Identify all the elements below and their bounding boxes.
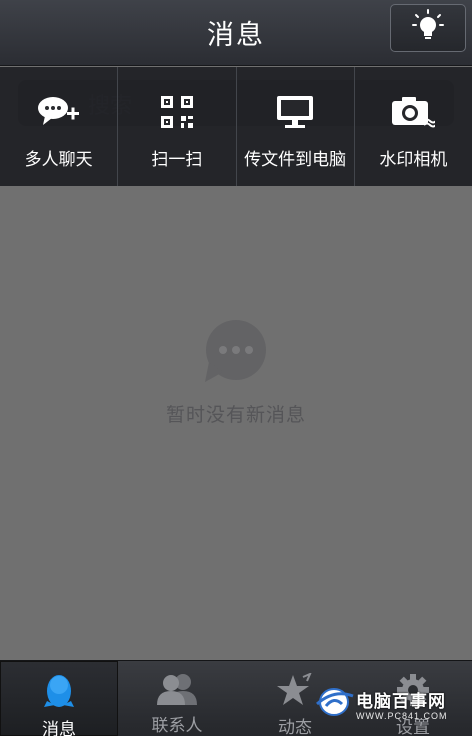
tab-label-contacts: 联系人 xyxy=(151,716,203,736)
menu-label-scan: 扫一扫 xyxy=(151,150,203,170)
menu-label-camera: 水印相机 xyxy=(379,150,448,170)
watermark-logo-icon xyxy=(314,684,356,724)
group-chat-icon xyxy=(37,95,81,129)
empty-state: 暂时没有新消息 xyxy=(0,320,472,427)
menu-item-camera[interactable]: 水印相机 xyxy=(355,67,472,186)
menu-label-send-file: 传文件到电脑 xyxy=(244,150,347,170)
watermark-main: 电脑百事网 xyxy=(356,692,446,711)
star-icon xyxy=(277,673,313,707)
camera-icon xyxy=(391,95,436,129)
tab-contacts[interactable]: 联系人 xyxy=(118,661,236,736)
menu-item-group-chat[interactable]: 多人聊天 xyxy=(0,67,119,186)
menu-item-scan[interactable]: 扫一扫 xyxy=(118,67,237,186)
lightbulb-icon xyxy=(411,9,445,47)
contacts-icon xyxy=(155,673,199,705)
menu-item-send-file[interactable]: 传文件到电脑 xyxy=(237,67,355,186)
watermark-sub: WWW.PC841.COM xyxy=(356,711,448,721)
empty-state-text: 暂时没有新消息 xyxy=(165,404,306,426)
monitor-icon xyxy=(276,95,314,129)
menu-label-group-chat: 多人聊天 xyxy=(24,150,93,170)
qq-penguin-icon xyxy=(43,673,75,709)
watermark-text: 电脑百事网 WWW.PC841.COM xyxy=(356,687,448,721)
tab-label-feed: 动态 xyxy=(278,718,312,736)
tab-label-messages: 消息 xyxy=(42,720,76,736)
plus-menu: 多人聊天 扫一扫 传文件到电脑 水印相机 xyxy=(0,67,472,186)
watermark: 电脑百事网 WWW.PC841.COM xyxy=(314,684,470,724)
title-bar: 消息 xyxy=(0,0,472,66)
lightbulb-button[interactable] xyxy=(390,4,466,52)
qr-scan-icon xyxy=(160,95,194,129)
chat-bubble-icon xyxy=(203,320,269,388)
tab-messages[interactable]: 消息 xyxy=(0,661,118,736)
